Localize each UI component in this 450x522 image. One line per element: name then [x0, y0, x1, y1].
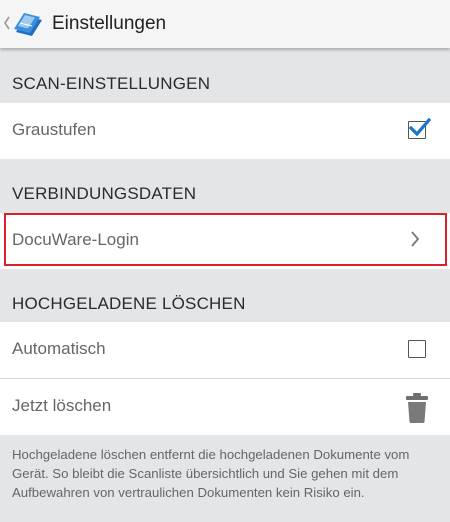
chevron-left-icon[interactable]	[3, 15, 11, 31]
delete-now-row[interactable]: Jetzt löschen	[0, 379, 450, 435]
docuware-login-label: DocuWare-Login	[12, 230, 139, 249]
grayscale-setting-row[interactable]: Graustufen	[0, 103, 450, 159]
automatic-delete-checkbox[interactable]	[408, 340, 426, 358]
trash-icon[interactable]	[404, 392, 430, 424]
section-header-scan: SCAN-EINSTELLUNGEN	[12, 74, 211, 93]
grayscale-label: Graustufen	[12, 120, 97, 139]
section-header-connection: VERBINDUNGSDATEN	[12, 184, 197, 203]
delete-info-text: Hochgeladene löschen entfernt die hochge…	[12, 447, 410, 500]
chevron-right-icon	[411, 231, 420, 247]
docuware-login-row[interactable]: DocuWare-Login	[0, 213, 450, 269]
section-header-delete: HOCHGELADENE LÖSCHEN	[12, 294, 246, 313]
checkmark-icon	[408, 117, 431, 137]
automatic-label: Automatisch	[12, 339, 106, 358]
delete-now-label: Jetzt löschen	[12, 396, 112, 415]
automatic-delete-row[interactable]: Automatisch	[0, 322, 450, 378]
page-title: Einstellungen	[52, 13, 167, 34]
app-bar: Einstellungen	[0, 0, 450, 48]
docuware-scan-logo[interactable]	[12, 10, 46, 38]
